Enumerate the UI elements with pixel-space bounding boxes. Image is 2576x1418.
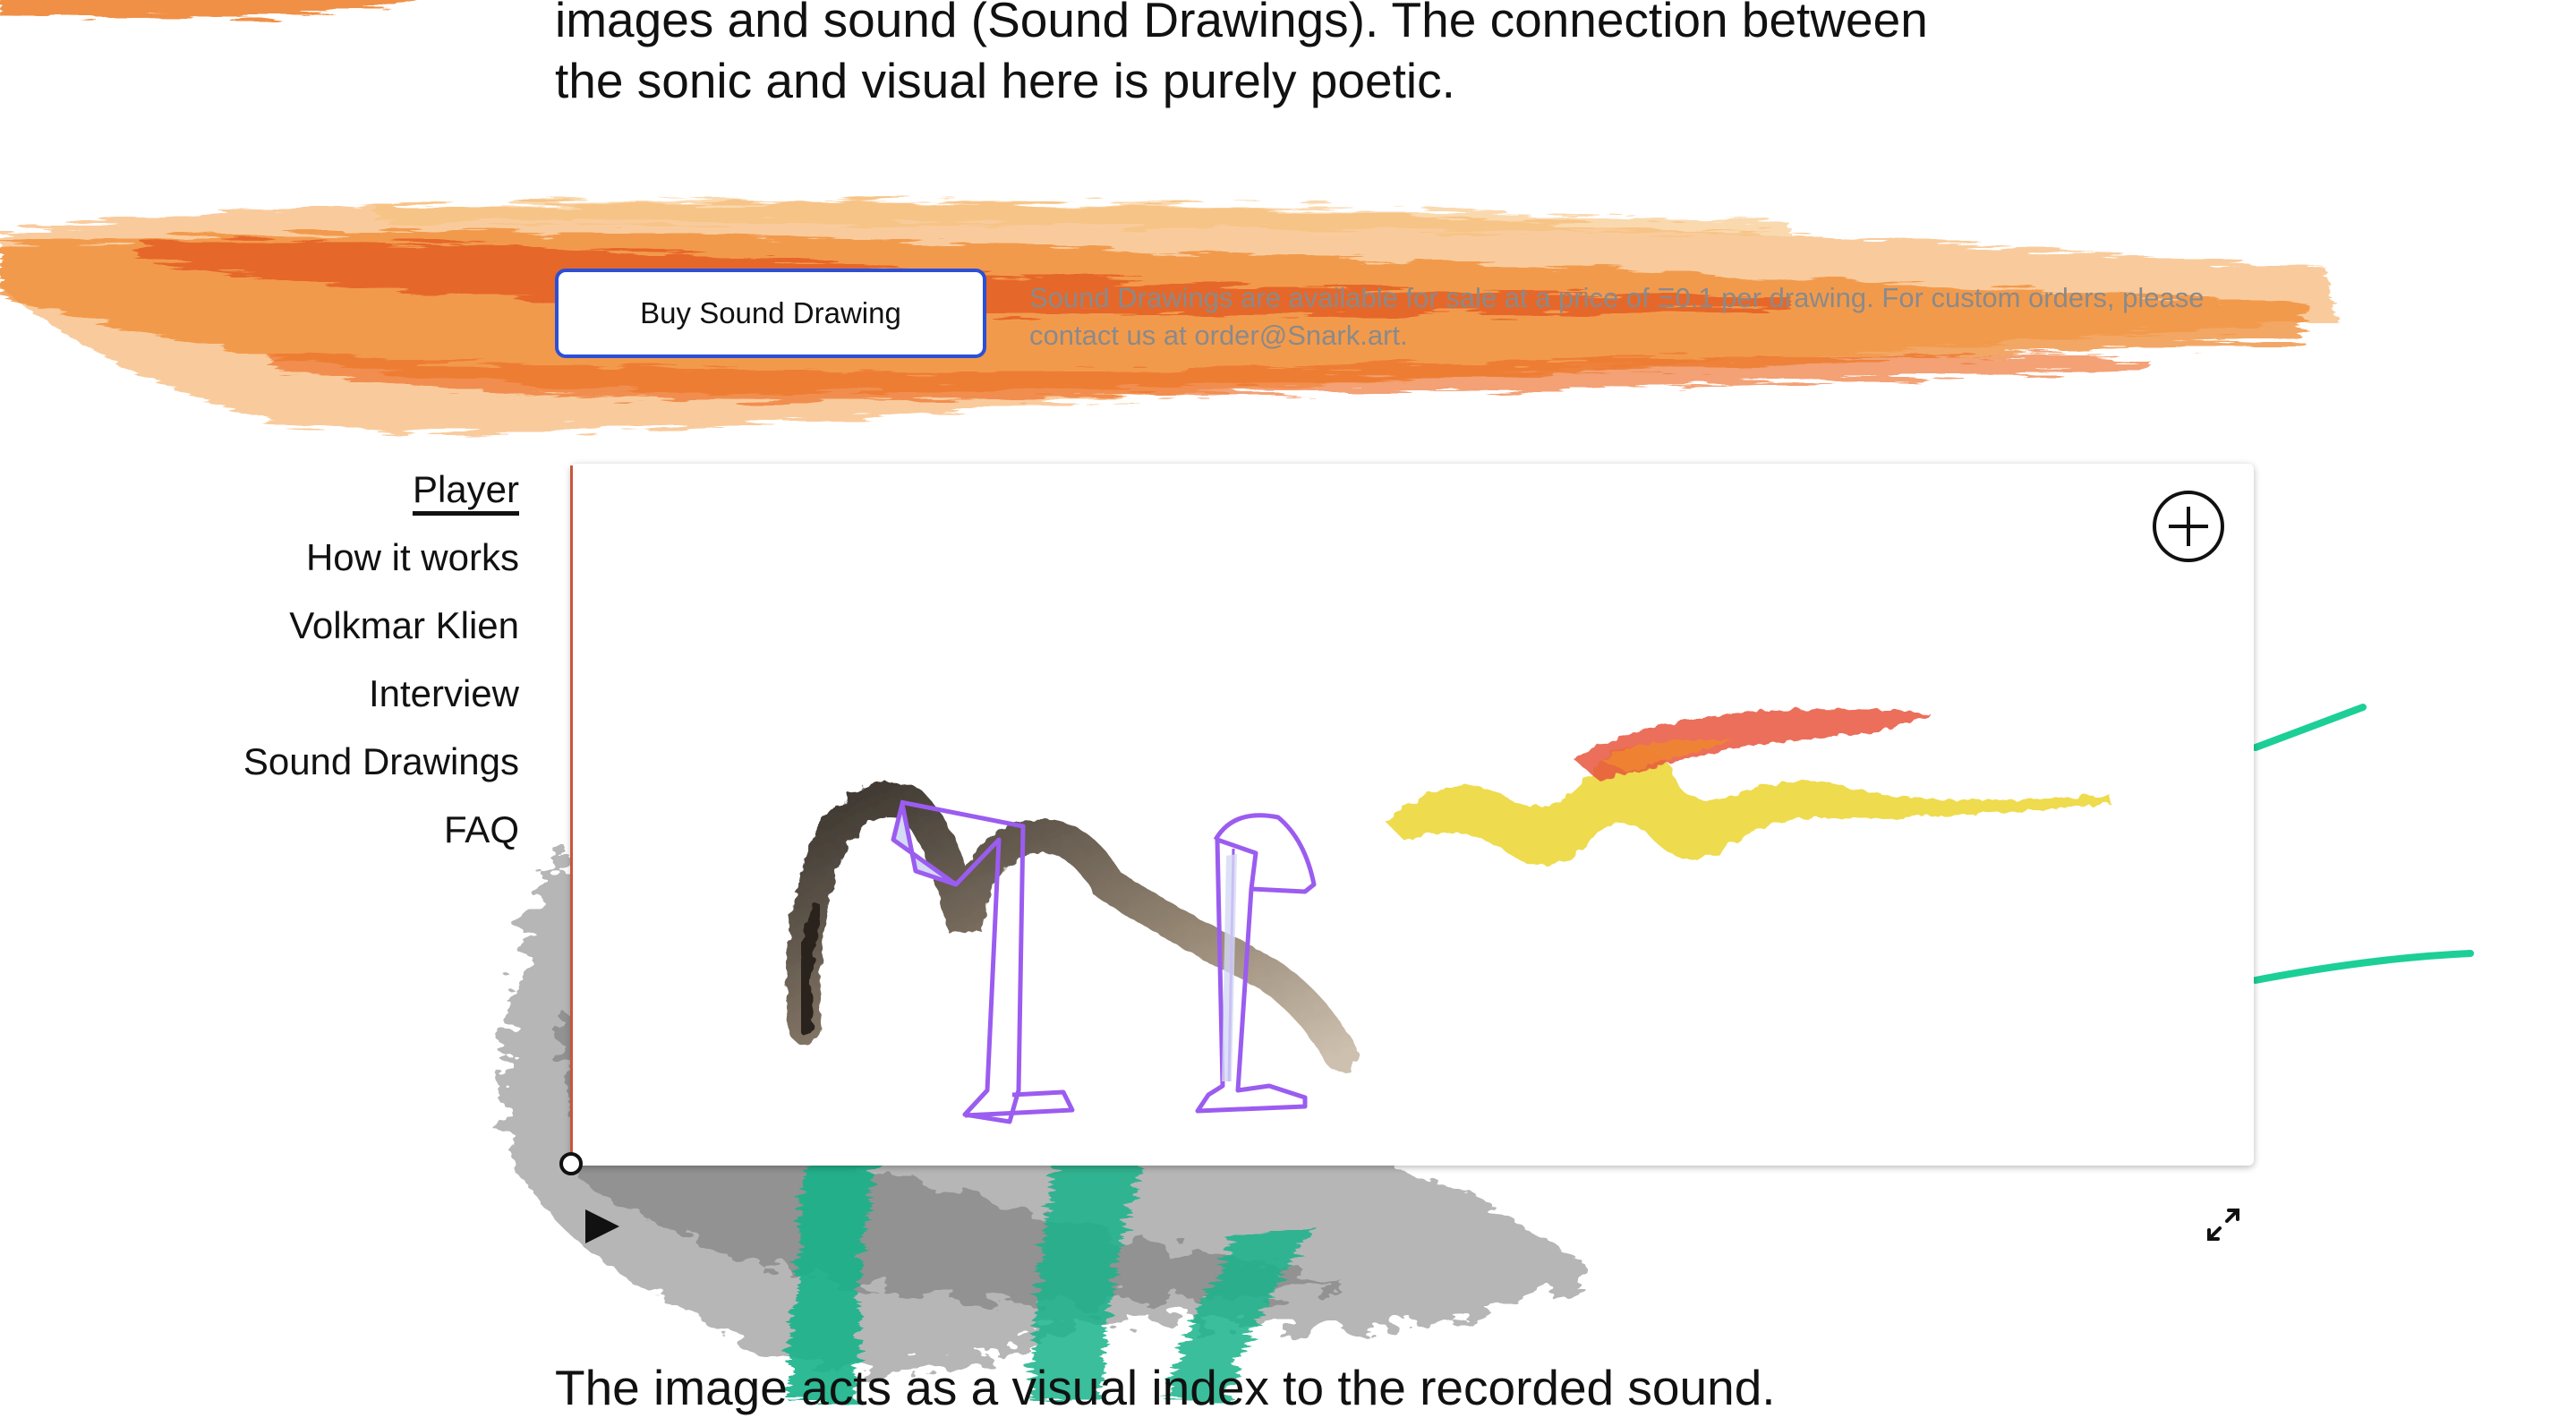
- play-icon[interactable]: [582, 1206, 623, 1247]
- sound-drawing-artwork: [786, 709, 2111, 1124]
- pricing-note: Sound Drawings are available for sale at…: [1029, 279, 2345, 354]
- nav-item-faq[interactable]: FAQ: [90, 807, 519, 852]
- player-canvas[interactable]: [571, 464, 2254, 1166]
- intro-line: the sonic and visual here is purely poet…: [555, 53, 1455, 108]
- playback-progress-line: [570, 466, 573, 1164]
- nav-item-sound-drawings[interactable]: Sound Drawings: [90, 739, 519, 784]
- nav-item-how-it-works[interactable]: How it works: [90, 535, 519, 580]
- buy-sound-drawing-button[interactable]: Buy Sound Drawing: [555, 269, 986, 358]
- nav-item-interview[interactable]: Interview: [90, 671, 519, 716]
- nav-item-volkmar-klien[interactable]: Volkmar Klien: [90, 603, 519, 648]
- intro-line: images and sound (Sound Drawings). The c…: [555, 0, 1928, 47]
- add-icon[interactable]: [2153, 491, 2224, 562]
- expand-icon[interactable]: [2204, 1205, 2243, 1244]
- side-nav: Player How it works Volkmar Klien Interv…: [90, 467, 519, 876]
- nav-item-player[interactable]: Player: [90, 467, 519, 512]
- pricing-note-line: Sound Drawings are available for sale at…: [1029, 282, 2205, 313]
- pricing-note-line: contact us at order@Snark.art.: [1029, 320, 1408, 351]
- scrubber-handle[interactable]: [559, 1152, 583, 1175]
- intro-paragraph: images and sound (Sound Drawings). The c…: [555, 0, 1928, 111]
- outro-paragraph: The image acts as a visual index to the …: [555, 1360, 1776, 1415]
